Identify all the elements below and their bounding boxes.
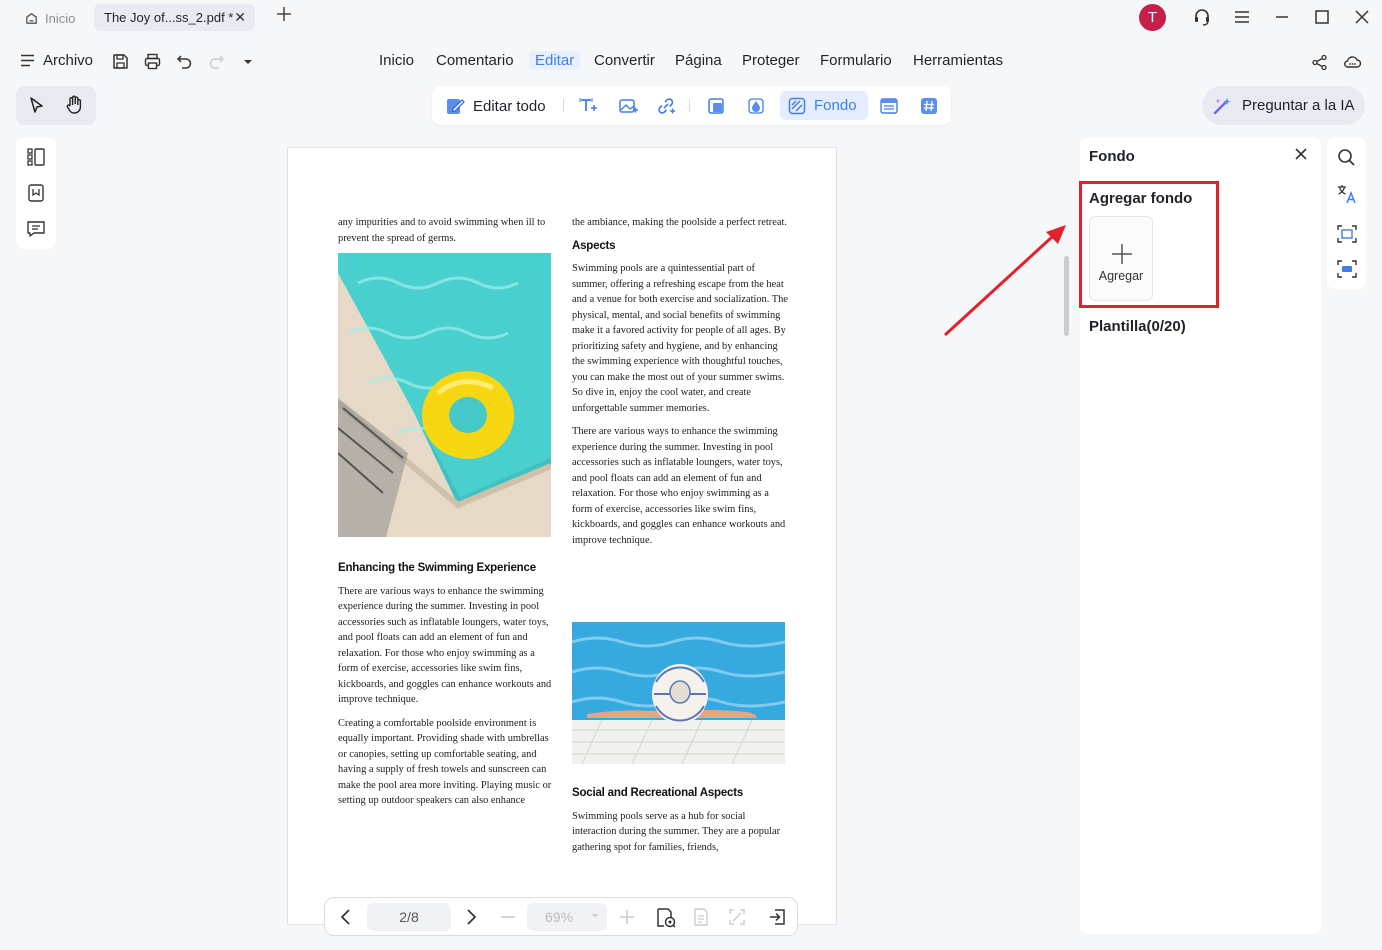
panel-title: Fondo: [1089, 148, 1135, 165]
archivo-menu[interactable]: Archivo: [20, 52, 93, 69]
share-icon[interactable]: [1311, 54, 1329, 72]
menu-lines-icon: [20, 54, 35, 67]
fit-page-icon[interactable]: [727, 907, 747, 927]
quick-access-dropdown-icon[interactable]: [242, 53, 260, 71]
archivo-label: Archivo: [43, 52, 94, 69]
print-icon[interactable]: [144, 53, 162, 71]
crop-page-icon[interactable]: [706, 96, 726, 116]
right-paragraph-3: Swimming pools serve as a hub for social…: [572, 810, 781, 853]
page-number-input[interactable]: 2/8: [367, 903, 451, 931]
new-tab-button[interactable]: [276, 6, 296, 28]
menu-editar[interactable]: Editar: [529, 51, 581, 70]
pdf-page: any impurities and to avoid swimming whe…: [287, 147, 837, 925]
template-heading: Plantilla(0/20): [1089, 318, 1186, 335]
background-label: Fondo: [814, 97, 857, 114]
undo-icon[interactable]: [176, 53, 194, 71]
add-text-icon[interactable]: [578, 96, 598, 116]
menu-inicio[interactable]: Inicio: [379, 52, 414, 69]
pool-float-image: [338, 253, 551, 537]
cloud-icon[interactable]: [1343, 54, 1362, 72]
zoom-level-select[interactable]: 69%: [527, 903, 607, 931]
read-mode-icon[interactable]: [655, 907, 676, 928]
background-button[interactable]: Fondo: [780, 91, 868, 120]
menu-formulario[interactable]: Formulario: [820, 52, 892, 69]
right-sidebar: [1327, 137, 1366, 289]
document-tab[interactable]: The Joy of...ss_2.pdf * ✕: [94, 4, 255, 31]
background-icon: [788, 97, 806, 115]
highlight-box: [1079, 181, 1219, 308]
redo-icon[interactable]: [208, 53, 226, 71]
home-tab[interactable]: Inicio: [18, 5, 84, 31]
annotation-arrow: [943, 225, 1066, 337]
right-heading-1: Aspects: [572, 239, 616, 252]
header-footer-icon[interactable]: [879, 96, 899, 116]
ask-ai-button[interactable]: Preguntar a la IA: [1202, 86, 1365, 125]
screen-capture-icon[interactable]: [1337, 259, 1357, 279]
right-paragraph-1: Swimming pools are a quintessential part…: [572, 263, 788, 414]
hand-tool-icon[interactable]: [65, 95, 84, 115]
left-paragraph-2: Creating a comfortable poolside environm…: [338, 717, 552, 807]
left-intro-paragraph: any impurities and to avoid swimming whe…: [338, 217, 546, 244]
close-window-icon[interactable]: [1351, 6, 1373, 28]
right-intro-paragraph: the ambiance, making the poolside a perf…: [572, 217, 787, 228]
toolbar-divider: [689, 99, 690, 112]
right-heading-2: Social and Recreational Aspects: [572, 787, 744, 799]
menu-comentario[interactable]: Comentario: [436, 52, 514, 69]
bates-number-icon[interactable]: [919, 96, 939, 116]
page-navigation-bar: 2/8 69%: [324, 897, 798, 936]
add-link-icon[interactable]: [656, 96, 676, 116]
left-paragraph-1: There are various ways to enhance the sw…: [338, 585, 552, 706]
save-icon[interactable]: [112, 53, 130, 71]
single-page-icon[interactable]: [691, 907, 711, 927]
zoom-out-icon[interactable]: [498, 907, 518, 927]
maximize-window-icon[interactable]: [1311, 6, 1333, 28]
translate-icon[interactable]: [1337, 184, 1357, 204]
edit-all-button[interactable]: Editar todo: [445, 96, 546, 116]
bookmark-icon[interactable]: [26, 183, 46, 203]
zoom-dropdown-icon: [591, 912, 599, 920]
support-headset-icon[interactable]: [1191, 6, 1213, 28]
pool-sunhat-image: [572, 622, 785, 764]
zoom-value: 69%: [545, 909, 574, 925]
edit-all-icon: [445, 96, 465, 116]
close-tab-icon[interactable]: ✕: [234, 9, 246, 26]
right-column-bottom: Social and Recreational Aspects Swimming…: [572, 780, 788, 863]
home-tab-label: Inicio: [45, 10, 76, 26]
toolbar-divider: [563, 99, 564, 112]
thumbnails-icon[interactable]: [26, 147, 46, 167]
previous-page-icon[interactable]: [336, 907, 356, 927]
search-icon[interactable]: [1337, 148, 1357, 168]
select-cursor-icon[interactable]: [28, 96, 46, 115]
home-icon: [24, 11, 39, 26]
edit-all-label: Editar todo: [473, 97, 546, 115]
left-column-body: Enhancing the Swimming Experience There …: [338, 555, 553, 817]
zoom-in-icon[interactable]: [617, 907, 637, 927]
next-page-icon[interactable]: [461, 907, 481, 927]
ask-ai-label: Preguntar a la IA: [1242, 97, 1355, 114]
document-tab-label: The Joy of...ss_2.pdf *: [104, 10, 234, 25]
right-paragraph-2: There are various ways to enhance the sw…: [572, 426, 786, 546]
hamburger-menu-icon[interactable]: [1231, 6, 1253, 28]
close-panel-icon[interactable]: [1294, 147, 1310, 163]
menu-convertir[interactable]: Convertir: [594, 52, 655, 69]
left-heading: Enhancing the Swimming Experience: [338, 562, 536, 574]
menu-pagina[interactable]: Página: [675, 52, 722, 69]
menu-proteger[interactable]: Proteger: [742, 52, 800, 69]
collapse-panel-icon[interactable]: [767, 907, 787, 927]
comments-icon[interactable]: [26, 219, 46, 239]
left-sidebar: [16, 137, 56, 249]
minimize-window-icon[interactable]: [1271, 6, 1293, 28]
right-column: the ambiance, making the poolside a perf…: [572, 215, 788, 556]
mode-toggle-group: [16, 86, 96, 125]
watermark-drop-icon[interactable]: [746, 96, 766, 116]
edit-toolbar: Editar todo Fondo: [432, 86, 951, 125]
add-image-icon[interactable]: [618, 96, 638, 116]
menu-herramientas[interactable]: Herramientas: [913, 52, 1003, 69]
ai-wand-icon: [1212, 96, 1232, 116]
ocr-scan-icon[interactable]: [1337, 224, 1357, 244]
left-column: any impurities and to avoid swimming whe…: [338, 215, 553, 254]
avatar[interactable]: T: [1139, 4, 1166, 31]
